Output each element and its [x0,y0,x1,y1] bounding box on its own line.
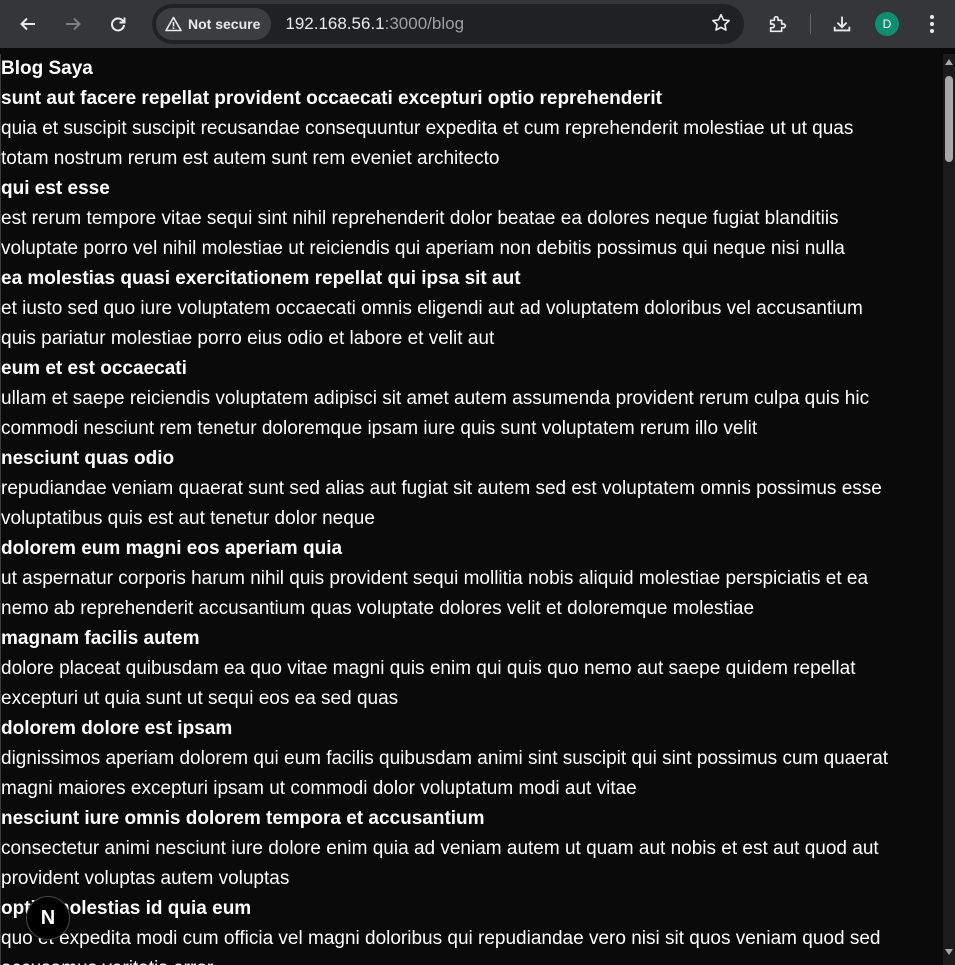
post-title: optio molestias id quia eum [1,898,252,919]
post-body: dolore placeat quibusdam ea quo vitae ma… [1,654,943,714]
post-body-line: provident voluptas autem voluptas [1,868,290,889]
extensions-button[interactable] [760,6,796,42]
blog-content: Blog Saya sunt aut facere repellat provi… [0,54,943,965]
post-title: ea molestias quasi exercitationem repell… [1,268,521,289]
downloads-button[interactable] [824,6,860,42]
post-title: dolorem eum magni eos aperiam quia [1,538,343,559]
back-button[interactable] [10,6,46,42]
post-body-line: consectetur animi nesciunt iure dolore e… [1,838,879,859]
url-text[interactable]: 192.168.56.1:3000/blog [285,14,464,34]
post-body-line: accusamus veritatis error [1,954,943,965]
post-body-line: dolore placeat quibusdam ea quo vitae ma… [1,658,856,679]
toolbar-separator [810,14,811,34]
post-title: magnam facilis autem [1,628,200,649]
bookmark-star-button[interactable] [710,12,732,39]
post-title: qui est esse [1,178,110,199]
post-body: ut aspernatur corporis harum nihil quis … [1,564,943,624]
post-body-line: magni maiores excepturi ipsam ut commodi… [1,778,637,799]
post-item: dolorem dolore est ipsam dignissimos aper… [1,714,943,804]
reload-button[interactable] [100,6,136,42]
warning-icon [165,16,182,32]
post-body: consectetur animi nesciunt iure dolore e… [1,834,943,894]
post-item: nesciunt iure omnis dolorem tempora et a… [1,804,943,894]
post-item: qui est esse est rerum tempore vitae sequ… [1,174,943,264]
post-body-line: ullam et saepe reiciendis voluptatem adi… [1,388,870,409]
post-body-line: et iusto sed quo iure voluptatem occaeca… [1,298,863,319]
post-title: eum et est occaecati [1,358,187,379]
post-title: sunt aut facere repellat provident occae… [1,88,662,109]
post-body: est rerum tempore vitae sequi sint nihil… [1,204,943,264]
post-body: quo et expedita modi cum officia vel mag… [1,924,943,965]
post-body-line: nemo ab reprehenderit accusantium quas v… [1,598,755,619]
nextjs-dev-indicator[interactable]: N [26,896,70,940]
post-item: nesciunt quas odio repudiandae veniam qua… [1,444,943,534]
browser-menu-button[interactable] [914,6,950,42]
post-body-line: quia et suscipit suscipit recusandae con… [1,118,854,139]
post-body-line: repudiandae veniam quaerat sunt sed alia… [1,478,882,499]
forward-button[interactable] [55,6,91,42]
post-title: nesciunt iure omnis dolorem tempora et a… [1,808,485,829]
url-host: 192.168.56.1 [285,14,385,33]
more-vertical-icon [930,15,934,33]
profile-avatar[interactable]: D [875,12,899,36]
post-list: sunt aut facere repellat provident occae… [1,84,943,965]
scrollbar[interactable] [943,54,955,965]
reload-icon [111,17,126,32]
page-viewport: Blog Saya sunt aut facere repellat provi… [0,54,943,965]
arrow-left-icon [20,17,35,31]
scroll-down-arrow-icon[interactable] [945,949,953,955]
post-body: ullam et saepe reiciendis voluptatem adi… [1,384,943,444]
post-body-line: voluptate porro vel nihil molestiae ut r… [1,238,845,259]
puzzle-icon [769,15,787,33]
star-icon [712,13,730,31]
post-body-line: commodi nesciunt rem tenetur doloremque … [1,418,758,439]
post-body: quia et suscipit suscipit recusandae con… [1,114,943,174]
post-item: dolorem eum magni eos aperiam quia ut asp… [1,534,943,624]
page-title: Blog Saya [1,58,93,79]
scroll-up-arrow-icon[interactable] [945,59,953,65]
address-bar[interactable]: Not secure 192.168.56.1:3000/blog [152,4,744,44]
post-body-line: voluptatibus quis est aut tenetur dolor … [1,508,375,529]
post-body: dignissimos aperiam dolorem qui eum faci… [1,744,943,804]
arrow-right-icon [66,17,81,31]
security-label: Not secure [188,16,261,32]
post-title: nesciunt quas odio [1,448,175,469]
download-icon [833,16,851,32]
browser-toolbar: Not secure 192.168.56.1:3000/blog D [0,0,955,48]
post-body-line: quis pariatur molestiae porro eius odio … [1,328,495,349]
post-body-line: ut aspernatur corporis harum nihil quis … [1,568,869,589]
post-body-line: est rerum tempore vitae sequi sint nihil… [1,208,839,229]
post-body: et iusto sed quo iure voluptatem occaeca… [1,294,943,354]
post-item: optio molestias id quia eum quo et expedi… [1,894,943,965]
post-item: ea molestias quasi exercitationem repell… [1,264,943,354]
security-chip[interactable]: Not secure [156,8,272,40]
url-path: :3000/blog [384,14,465,33]
post-body-line: quo et expedita modi cum officia vel mag… [1,928,881,949]
post-title: dolorem dolore est ipsam [1,718,233,739]
post-body-line: dignissimos aperiam dolorem qui eum faci… [1,748,889,769]
post-body: repudiandae veniam quaerat sunt sed alia… [1,474,943,534]
post-item: eum et est occaecati ullam et saepe reici… [1,354,943,444]
scrollbar-thumb[interactable] [945,76,953,162]
post-body-line: totam nostrum rerum est autem sunt rem e… [1,148,500,169]
post-body-line: excepturi ut quia sunt ut sequi eos ea s… [1,688,399,709]
viewport-edge [0,54,1,965]
post-item: magnam facilis autem dolore placeat quibu… [1,624,943,714]
post-item: sunt aut facere repellat provident occae… [1,84,943,174]
